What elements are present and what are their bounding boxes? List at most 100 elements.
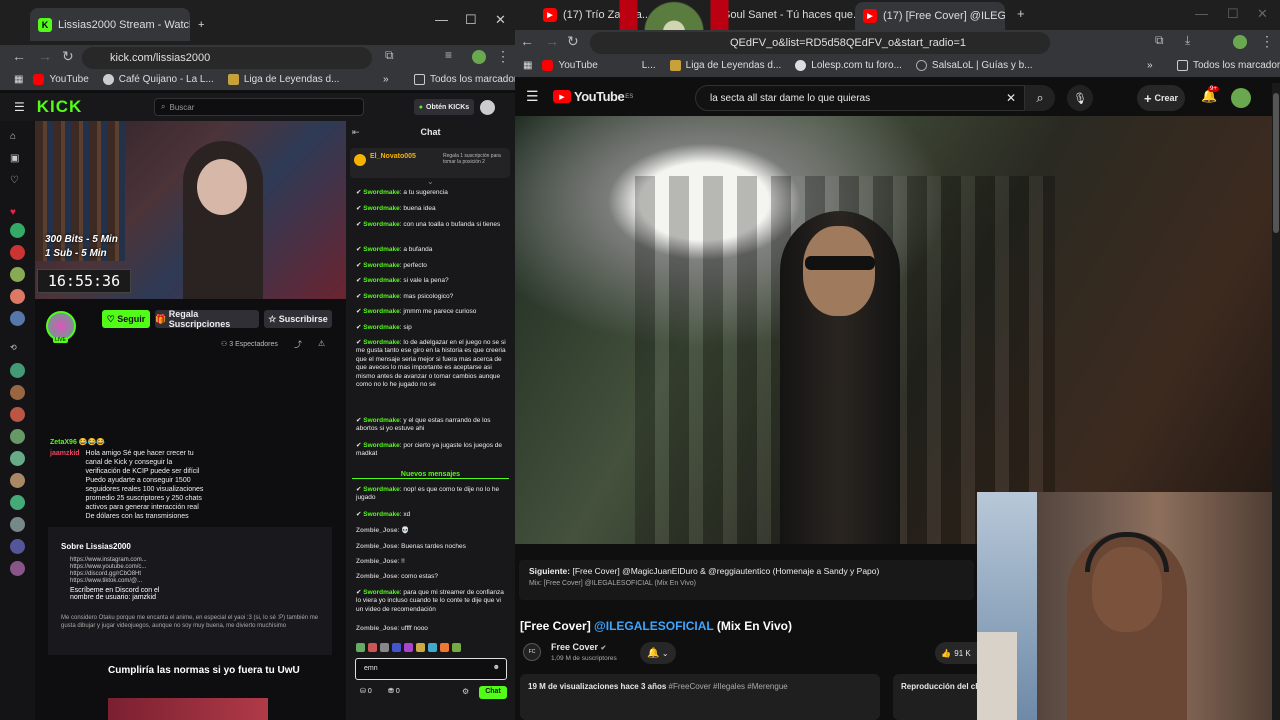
up-next-card[interactable]: Siguiente: [Free Cover] @MagicJuanElDuro… [519,560,974,600]
pinned-gift[interactable]: El_Novato005 Regala 1 suscripción para t… [350,148,510,178]
new-tab-button[interactable]: + [1017,6,1025,21]
channel-avatar[interactable] [10,267,25,282]
following-icon[interactable]: ♡ [10,175,25,190]
channel-avatar[interactable] [10,429,25,444]
tab-free-cover[interactable]: ▶(17) [Free Cover] @ILEGALE...✕ [855,2,1005,30]
more-icon[interactable]: ⋮ [1260,33,1274,50]
channel-avatar[interactable] [10,363,25,378]
channel-avatar[interactable] [10,451,25,466]
minimize-icon[interactable]: — [435,12,448,27]
channel-avatar[interactable] [10,245,25,260]
all-bookmarks[interactable]: Todos los marcadores [414,74,515,85]
follow-button[interactable]: ♡ Seguir [102,310,150,328]
search-input[interactable]: ⌕ Buscar [154,98,364,116]
youtube-avatar[interactable] [1231,88,1251,108]
bookmark-youtube[interactable]: YouTube [542,60,598,71]
emote-icon[interactable] [416,643,425,652]
more-icon[interactable]: ⋮ [496,48,510,65]
channel-avatar[interactable] [10,517,25,532]
report-icon[interactable]: ⚠ [318,339,325,348]
maximize-icon[interactable]: ☐ [465,12,477,28]
scroll-arrow-icon[interactable]: ⌄ [427,177,434,186]
channel-avatar[interactable] [10,311,25,326]
channel-name[interactable]: Free Cover ✔ [551,642,606,652]
youtube-video-player[interactable] [515,116,1272,544]
download-icon[interactable]: ⤓ [1185,33,1190,48]
maximize-icon[interactable]: ☐ [1227,6,1239,22]
bookmark-cafe-quijano[interactable]: Café Quijano - La L... [102,74,214,85]
channel-avatar[interactable] [10,407,25,422]
discord-link[interactable]: https://discord.gg/rCbO8Ht [70,571,270,578]
bookmark-salsalol[interactable]: SalsaLoL | Guías y b... [915,60,1033,71]
channel-avatar[interactable] [10,223,25,238]
emote-icon[interactable] [356,643,365,652]
kick-logo[interactable]: KICK [37,97,83,117]
get-kicks-button[interactable]: ● Obtén KICKs [414,99,474,115]
heart-icon[interactable]: ♥ [10,207,25,222]
channel-avatar[interactable] [10,539,25,554]
back-icon[interactable]: ← [12,48,26,64]
apps-icon[interactable]: ▦ [523,60,532,71]
like-button[interactable]: 👍 91 K [935,642,977,664]
bookmark-liga-leyendas[interactable]: Liga de Leyendas d... [669,60,781,71]
share-icon[interactable]: ⤴ [294,339,302,350]
points-balance[interactable]: ⛃ 0 [388,688,400,696]
bookmark-short[interactable]: L... [642,60,656,71]
tiktok-link[interactable]: https://www.tiktok.com/@... [70,578,270,585]
close-window-icon[interactable]: ✕ [1257,6,1268,22]
channel-mention-link[interactable]: @ILEGALESOFICIAL [594,619,713,633]
back-icon[interactable]: ← [520,33,534,49]
hamburger-menu-icon[interactable]: ☰ [14,100,25,114]
chat-input[interactable]: emn ☻ [355,658,507,680]
emote-icon[interactable] [368,643,377,652]
reload-icon[interactable]: ↻ [62,48,74,65]
url-input[interactable]: QEdFV_o&list=RD5d58QEdFV_o&start_radio=1 [590,32,1050,54]
all-bookmarks[interactable]: Todos los marcadores [1177,60,1280,71]
youtube-link[interactable]: https://www.youtube.com/c... [70,564,270,571]
url-input[interactable]: kick.com/lissias2000 [82,47,372,69]
extensions-icon[interactable]: ⧉ [385,48,394,63]
channel-avatar[interactable] [10,385,25,400]
emote-icon[interactable] [452,643,461,652]
emote-icon[interactable] [440,643,449,652]
voice-search-button[interactable]: 🎙 [1067,85,1093,111]
channel-avatar[interactable]: FC [523,643,541,661]
profile-avatar[interactable] [1233,35,1247,49]
chat-settings-icon[interactable]: ⚙ [462,687,469,696]
channel-avatar[interactable] [10,561,25,576]
emoji-icon[interactable]: ☻ [493,664,500,672]
emote-icon[interactable] [392,643,401,652]
clear-search-icon[interactable]: ✕ [1006,91,1016,105]
description-box[interactable]: 19 M de visualizaciones hace 3 años #Fre… [520,674,880,720]
emote-icon[interactable] [380,643,389,652]
profile-avatar[interactable] [472,50,486,64]
instagram-link[interactable]: https://www.instagram.com... [70,557,270,564]
bookmark-liga-leyendas[interactable]: Liga de Leyendas d... [227,74,339,85]
home-icon[interactable]: ⌂ [10,131,25,146]
channel-avatar[interactable] [10,473,25,488]
close-window-icon[interactable]: ✕ [495,12,506,28]
chat-send-button[interactable]: Chat [479,686,507,699]
channel-avatar[interactable] [10,289,25,304]
create-button[interactable]: + Crear [1137,85,1185,111]
youtube-logo[interactable]: ▶ YouTube ES [553,89,633,104]
minimize-icon[interactable]: — [1195,6,1208,21]
bookmarks-overflow-icon[interactable]: » [1147,60,1153,71]
subscribe-button[interactable]: ☆ Suscribirse [264,310,332,328]
forward-icon[interactable]: → [38,48,52,64]
search-button[interactable]: ⌕ [1025,85,1055,111]
youtube-search-input[interactable]: la secta all star dame lo que quieras ✕ [695,85,1025,111]
reload-icon[interactable]: ↻ [567,33,579,50]
kicks-balance[interactable]: ⛁ 0 [360,688,372,696]
menu-icon[interactable]: ≡ [445,48,452,62]
forward-icon[interactable]: → [545,33,559,49]
gift-subs-button[interactable]: 🎁 Regala Suscripciones [155,309,259,329]
bookmarks-overflow-icon[interactable]: » [383,74,389,85]
tab-kick[interactable]: K Lissias2000 Stream - Watch ✕ [30,8,190,41]
subscription-bell-button[interactable]: 🔔 ⌄ [640,642,676,664]
scrollbar[interactable] [1272,83,1280,720]
playlist-panel[interactable]: Reproducción del ch [893,674,983,720]
bookmark-lolesp[interactable]: Lolesp.com tu foro... [795,60,902,71]
browse-icon[interactable]: ▣ [10,153,25,168]
channel-avatar[interactable] [10,495,25,510]
